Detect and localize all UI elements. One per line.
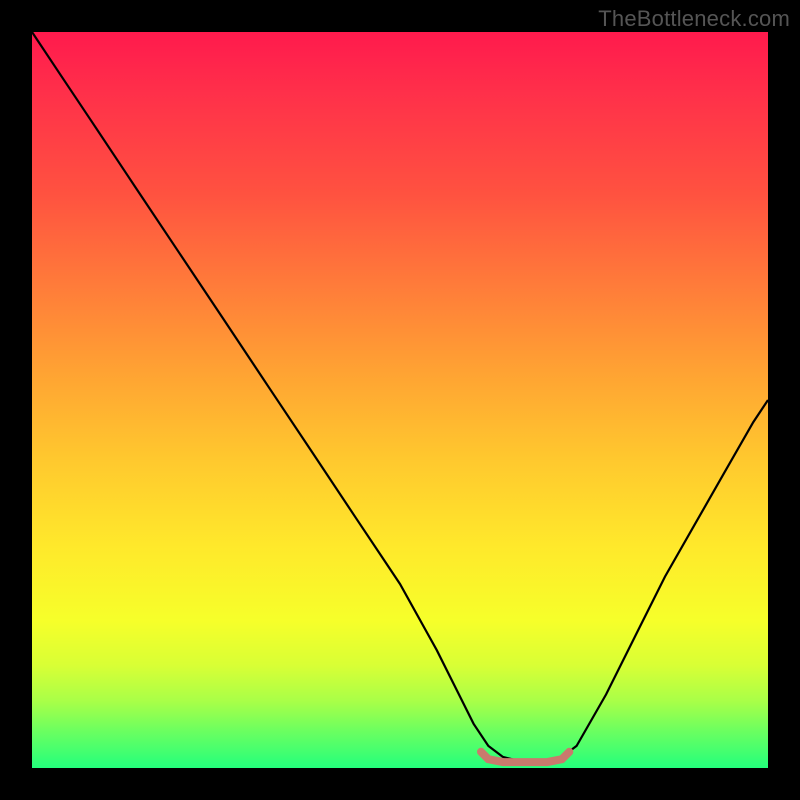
chart-frame: TheBottleneck.com — [0, 0, 800, 800]
watermark-text: TheBottleneck.com — [598, 6, 790, 32]
curve-line — [32, 32, 768, 761]
plot-area — [32, 32, 768, 768]
base-marker-line — [481, 752, 569, 762]
chart-svg — [32, 32, 768, 768]
